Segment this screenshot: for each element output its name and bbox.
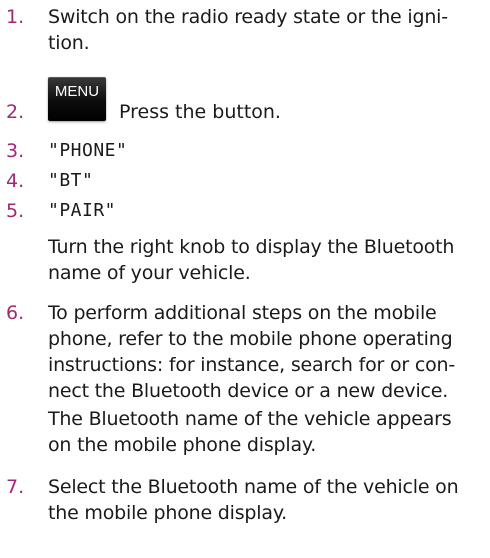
step-number: 3. (6, 140, 25, 162)
step-text: Select the Bluetooth name of the vehicle… (48, 476, 459, 524)
menu-button-icon: MENU (48, 77, 106, 121)
step-2: 2. MENU Press the button. (0, 77, 490, 127)
step-number: 2. (6, 101, 25, 123)
step-number: 1. (6, 6, 25, 28)
step-text: "BT" (48, 170, 94, 191)
step-text: Switch on the radio ready state or the i… (48, 6, 448, 54)
step-number: 6. (6, 302, 25, 324)
step-note: The Bluetooth name of the vehicle appear… (48, 408, 452, 456)
step-number: 7. (6, 476, 25, 498)
step-text: To perform additional steps on the mobil… (48, 302, 456, 402)
step-note: Turn the right knob to display the Bluet… (48, 236, 455, 284)
step-number: 5. (6, 200, 25, 222)
step-text: "PHONE" (48, 140, 128, 161)
step-text: Press the button. (119, 101, 281, 123)
step-text: "PAIR" (48, 200, 117, 221)
step-number: 4. (6, 170, 25, 192)
